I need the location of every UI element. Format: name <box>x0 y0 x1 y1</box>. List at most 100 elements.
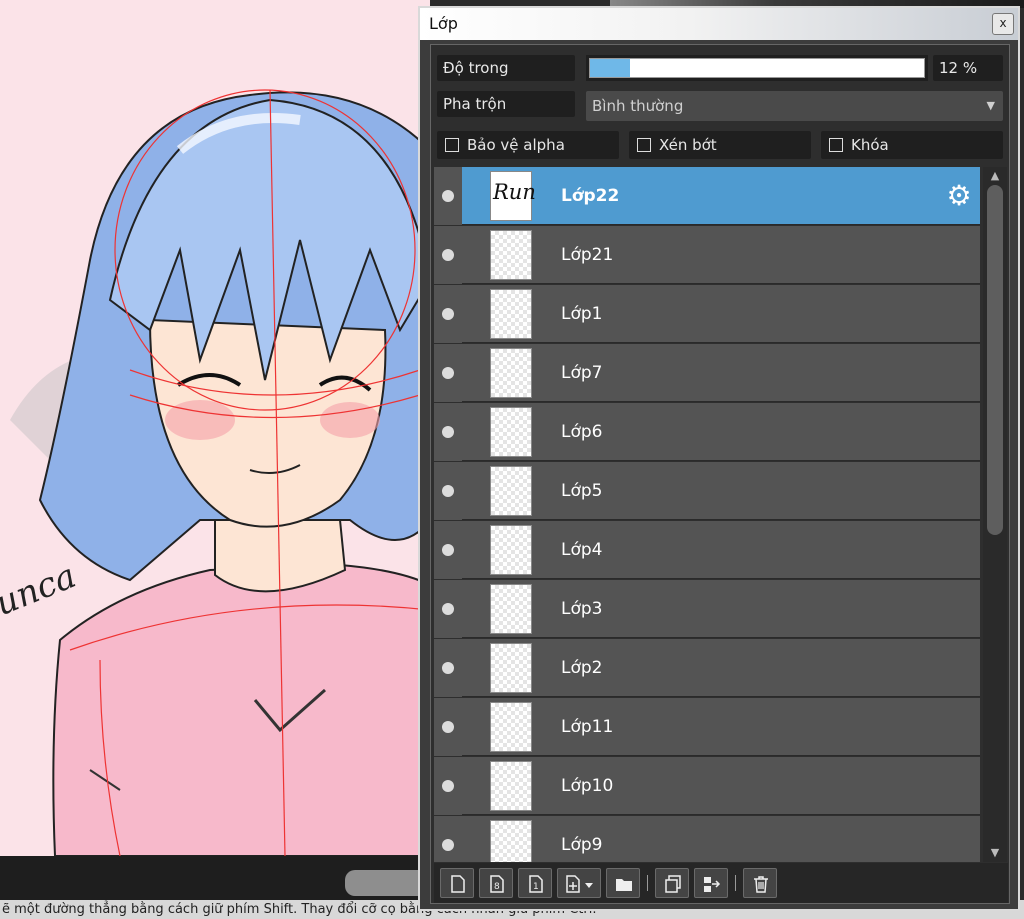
layer-row[interactable]: Lớp10 <box>434 757 980 815</box>
layer-row[interactable]: Lớp7 <box>434 344 980 402</box>
blend-mode-select[interactable]: Bình thường ▼ <box>586 91 1003 121</box>
svg-text:8: 8 <box>494 882 500 892</box>
visibility-toggle[interactable] <box>434 344 462 402</box>
layer-panel-titlebar[interactable]: Lớp x <box>420 8 1018 40</box>
visibility-toggle[interactable] <box>434 580 462 638</box>
opacity-slider-fill <box>590 59 631 77</box>
scroll-down-arrow-icon[interactable]: ▼ <box>983 844 1007 862</box>
opacity-slider-track[interactable] <box>589 58 925 78</box>
new-8bit-layer-icon: 8 <box>490 875 504 893</box>
add-layer-menu-button[interactable] <box>557 868 601 898</box>
layer-panel-body: Độ trong 12 % Pha trộn Bình thường ▼ Bảo… <box>430 44 1010 904</box>
eye-icon <box>442 190 454 202</box>
lock-checkbox[interactable]: Khóa <box>821 131 1003 159</box>
protect-alpha-label: Bảo vệ alpha <box>467 136 565 154</box>
eye-icon <box>442 426 454 438</box>
lock-label: Khóa <box>851 136 889 154</box>
toolbar-separator <box>647 875 648 891</box>
new-folder-button[interactable] <box>606 868 640 898</box>
visibility-toggle[interactable] <box>434 285 462 343</box>
visibility-toggle[interactable] <box>434 639 462 697</box>
visibility-toggle[interactable] <box>434 698 462 756</box>
layer-name: Lớp6 <box>561 422 603 442</box>
layer-row[interactable]: Lớp5 <box>434 462 980 520</box>
layer-row[interactable]: Lớp3 <box>434 580 980 638</box>
drawing-canvas[interactable]: unca <box>0 0 430 856</box>
new-layer-icon <box>451 875 465 893</box>
new-layer-button[interactable] <box>440 868 474 898</box>
layer-list: Run Lớp22 ⚙ Lớp21 Lớp1 Lớp7 Lớp6 Lớp5 Lớ… <box>434 167 980 862</box>
eye-icon <box>442 308 454 320</box>
delete-layer-icon <box>754 876 768 893</box>
opacity-value[interactable]: 12 % <box>933 55 1003 81</box>
layer-name: Lớp10 <box>561 776 614 796</box>
eye-icon <box>442 603 454 615</box>
clip-checkbox[interactable]: Xén bớt <box>629 131 811 159</box>
gear-icon[interactable]: ⚙ <box>944 181 974 211</box>
new-8bit-layer-button[interactable]: 8 <box>479 868 513 898</box>
layer-thumbnail <box>490 407 532 457</box>
layer-thumbnail <box>490 761 532 811</box>
eye-icon <box>442 544 454 556</box>
eye-icon <box>442 662 454 674</box>
svg-text:1: 1 <box>533 882 539 892</box>
layer-thumbnail <box>490 643 532 693</box>
layer-thumbnail <box>490 525 532 575</box>
duplicate-layer-button[interactable] <box>655 868 689 898</box>
layer-row[interactable]: Lớp21 <box>434 226 980 284</box>
protect-alpha-checkbox[interactable]: Bảo vệ alpha <box>437 131 619 159</box>
layer-name: Lớp7 <box>561 363 603 383</box>
scroll-up-arrow-icon[interactable]: ▲ <box>983 167 1007 185</box>
checkbox-box[interactable] <box>445 138 459 152</box>
layer-row[interactable]: Lớp11 <box>434 698 980 756</box>
visibility-toggle[interactable] <box>434 403 462 461</box>
layer-thumbnail <box>490 820 532 862</box>
eye-icon <box>442 367 454 379</box>
blend-mode-label: Pha trộn <box>437 91 575 117</box>
layer-panel: Lớp x Độ trong 12 % Pha trộn Bình thường… <box>418 6 1020 911</box>
blend-mode-value: Bình thường <box>592 97 684 115</box>
opacity-slider[interactable] <box>586 55 928 81</box>
eye-icon <box>442 485 454 497</box>
layer-name: Lớp22 <box>561 186 620 206</box>
layer-thumbnail <box>490 584 532 634</box>
visibility-toggle[interactable] <box>434 167 462 225</box>
new-1bit-layer-button[interactable]: 1 <box>518 868 552 898</box>
eye-icon <box>442 721 454 733</box>
delete-layer-button[interactable] <box>743 868 777 898</box>
checkbox-box[interactable] <box>637 138 651 152</box>
layer-name: Lớp9 <box>561 835 603 855</box>
layer-thumbnail <box>490 348 532 398</box>
app-window: unca ẽ một đường thẳng bằng cách giữ phí… <box>0 0 1024 919</box>
visibility-toggle[interactable] <box>434 521 462 579</box>
layer-name: Lớp5 <box>561 481 603 501</box>
thumbnail-text: Run <box>493 180 536 204</box>
eye-icon <box>442 780 454 792</box>
checkbox-box[interactable] <box>829 138 843 152</box>
layer-list-scrollbar[interactable]: ▲ ▼ <box>983 167 1007 862</box>
add-layer-menu-icon <box>566 875 593 893</box>
layer-row[interactable]: Lớp2 <box>434 639 980 697</box>
layer-thumbnail <box>490 702 532 752</box>
close-button[interactable]: x <box>992 13 1014 35</box>
layer-name: Lớp2 <box>561 658 603 678</box>
layer-row[interactable]: Lớp6 <box>434 403 980 461</box>
merge-down-button[interactable] <box>694 868 728 898</box>
visibility-toggle[interactable] <box>434 816 462 862</box>
layer-thumbnail <box>490 466 532 516</box>
layer-row[interactable]: Lớp1 <box>434 285 980 343</box>
layer-name: Lớp1 <box>561 304 603 324</box>
layer-row[interactable]: Run Lớp22 ⚙ <box>434 167 980 225</box>
layer-thumbnail: Run <box>490 171 536 221</box>
visibility-toggle[interactable] <box>434 226 462 284</box>
layer-row[interactable]: Lớp9 <box>434 816 980 862</box>
layer-panel-title: Lớp <box>429 14 458 33</box>
layer-name: Lớp21 <box>561 245 614 265</box>
layer-thumbnail <box>490 289 532 339</box>
toolbar-separator <box>735 875 736 891</box>
visibility-toggle[interactable] <box>434 462 462 520</box>
layer-row[interactable]: Lớp4 <box>434 521 980 579</box>
layer-list-scrollbar-thumb[interactable] <box>987 185 1003 535</box>
new-1bit-layer-icon: 1 <box>529 875 543 893</box>
visibility-toggle[interactable] <box>434 757 462 815</box>
